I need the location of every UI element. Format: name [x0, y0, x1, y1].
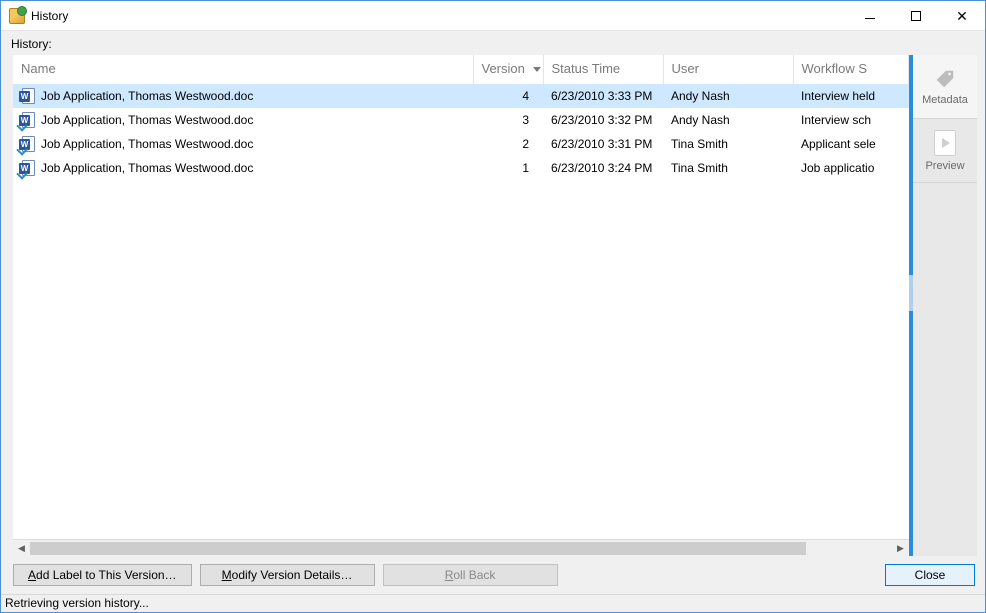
titlebar: History ✕: [1, 1, 985, 31]
column-header-version[interactable]: Version: [473, 55, 543, 84]
button-bar: Add Label to This Version… Modify Versio…: [1, 556, 985, 594]
scroll-track[interactable]: [30, 540, 892, 556]
tab-preview[interactable]: Preview: [913, 119, 977, 183]
table-row[interactable]: W Job Application, Thomas Westwood.doc 46/…: [13, 84, 909, 108]
cell-version: 3: [473, 108, 543, 132]
status-bar: Retrieving version history...: [1, 594, 985, 612]
tag-icon: [934, 68, 956, 90]
cell-user: Andy Nash: [663, 84, 793, 108]
history-label: History:: [1, 31, 985, 55]
history-grid: Name Version Status Time User Workflow S: [13, 55, 909, 180]
modify-text: odify Version Details…: [232, 568, 353, 582]
cell-name: W Job Application, Thomas Westwood.doc: [13, 156, 473, 180]
column-header-user[interactable]: User: [663, 55, 793, 84]
window-controls: ✕: [847, 1, 985, 30]
close-button[interactable]: Close: [885, 564, 975, 586]
cell-status-time: 6/23/2010 3:24 PM: [543, 156, 663, 180]
scroll-right-arrow-icon[interactable]: ▶: [892, 540, 909, 557]
table-row[interactable]: W Job Application, Thomas Westwood.doc 36/…: [13, 108, 909, 132]
table-row[interactable]: W Job Application, Thomas Westwood.doc 16/…: [13, 156, 909, 180]
cell-user: Tina Smith: [663, 156, 793, 180]
column-header-name[interactable]: Name: [13, 55, 473, 84]
word-doc-icon: W: [21, 160, 37, 176]
rollback-text: oll Back: [453, 568, 495, 582]
main-row: Name Version Status Time User Workflow S: [1, 55, 985, 556]
word-doc-icon: W: [21, 88, 37, 104]
cell-name: W Job Application, Thomas Westwood.doc: [13, 108, 473, 132]
cell-status-time: 6/23/2010 3:31 PM: [543, 132, 663, 156]
maximize-icon: [911, 11, 921, 21]
word-doc-icon: W: [21, 136, 37, 152]
tab-metadata-label: Metadata: [922, 94, 968, 106]
scroll-thumb[interactable]: [30, 542, 806, 555]
cell-version: 1: [473, 156, 543, 180]
app-icon: [9, 8, 25, 24]
cell-user: Andy Nash: [663, 108, 793, 132]
column-header-status-time[interactable]: Status Time: [543, 55, 663, 84]
word-doc-icon: W: [21, 112, 37, 128]
add-label-text: dd Label to This Version…: [36, 568, 177, 582]
cell-name: W Job Application, Thomas Westwood.doc: [13, 84, 473, 108]
table-row[interactable]: W Job Application, Thomas Westwood.doc 26/…: [13, 132, 909, 156]
file-name: Job Application, Thomas Westwood.doc: [41, 161, 253, 175]
cell-name: W Job Application, Thomas Westwood.doc: [13, 132, 473, 156]
history-grid-scroll[interactable]: Name Version Status Time User Workflow S: [13, 55, 909, 539]
cell-workflow: Interview held: [793, 84, 909, 108]
cell-workflow: Job applicatio: [793, 156, 909, 180]
tab-preview-label: Preview: [925, 160, 964, 172]
cell-workflow: Applicant sele: [793, 132, 909, 156]
content-area: History: Name: [1, 31, 985, 594]
column-header-workflow[interactable]: Workflow S: [793, 55, 909, 84]
window-title: History: [31, 9, 68, 23]
side-scroll-handle[interactable]: [909, 275, 913, 311]
close-button-label: Close: [915, 568, 946, 582]
sort-desc-icon: [533, 67, 541, 72]
cell-version: 4: [473, 84, 543, 108]
history-window: History ✕ History:: [0, 0, 986, 613]
file-name: Job Application, Thomas Westwood.doc: [41, 89, 253, 103]
cell-status-time: 6/23/2010 3:33 PM: [543, 84, 663, 108]
minimize-icon: [865, 18, 875, 19]
rollback-button[interactable]: Roll Back: [383, 564, 558, 586]
modify-details-button[interactable]: Modify Version Details…: [200, 564, 375, 586]
file-name: Job Application, Thomas Westwood.doc: [41, 137, 253, 151]
maximize-button[interactable]: [893, 1, 939, 30]
close-icon: ✕: [956, 9, 968, 23]
close-window-button[interactable]: ✕: [939, 1, 985, 30]
cell-version: 2: [473, 132, 543, 156]
scroll-left-arrow-icon[interactable]: ◀: [13, 540, 30, 557]
file-name: Job Application, Thomas Westwood.doc: [41, 113, 253, 127]
side-tabs: Metadata Preview: [913, 55, 977, 556]
preview-icon: [934, 130, 956, 156]
cell-status-time: 6/23/2010 3:32 PM: [543, 108, 663, 132]
cell-workflow: Interview sch: [793, 108, 909, 132]
add-label-button[interactable]: Add Label to This Version…: [13, 564, 192, 586]
cell-user: Tina Smith: [663, 132, 793, 156]
minimize-button[interactable]: [847, 1, 893, 30]
status-text: Retrieving version history...: [5, 596, 149, 610]
tab-metadata[interactable]: Metadata: [913, 55, 977, 119]
history-grid-wrap: Name Version Status Time User Workflow S: [13, 55, 913, 556]
horizontal-scrollbar[interactable]: ◀ ▶: [13, 539, 909, 556]
